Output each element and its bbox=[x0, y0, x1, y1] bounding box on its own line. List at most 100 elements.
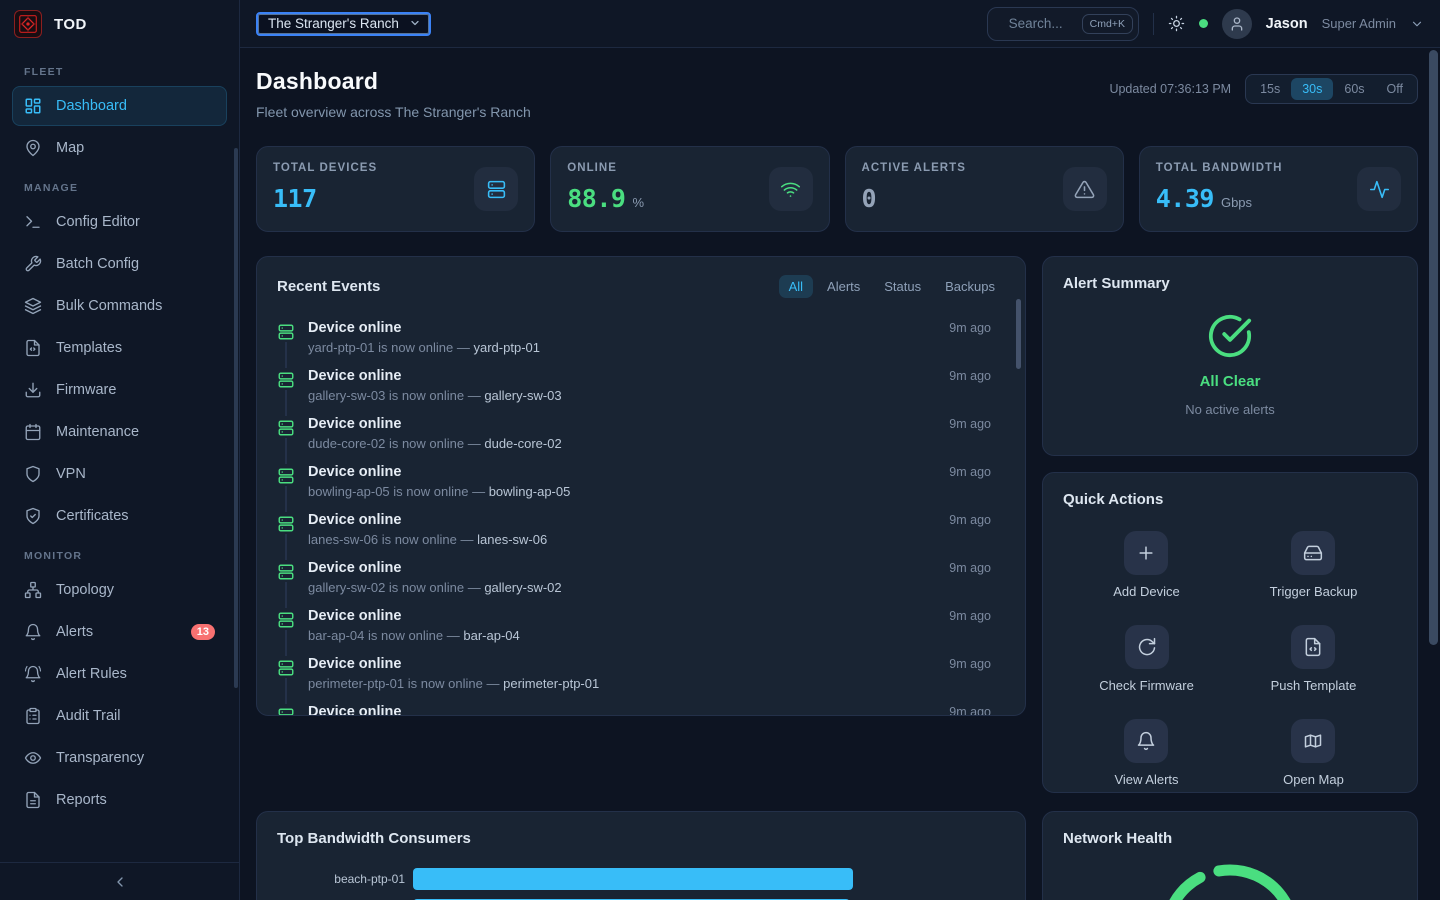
refresh-30s-button[interactable]: 30s bbox=[1291, 78, 1333, 100]
chevron-down-icon bbox=[409, 17, 421, 29]
sidebar-item-alert-rules[interactable]: Alert Rules bbox=[12, 654, 227, 694]
sidebar-item-config-editor[interactable]: Config Editor bbox=[12, 202, 227, 242]
stat-label: ONLINE bbox=[567, 162, 644, 174]
sidebar-scrollbar[interactable] bbox=[234, 148, 238, 688]
file-text-icon bbox=[24, 791, 42, 809]
map-icon bbox=[1303, 731, 1323, 751]
bandwidth-consumers-card: Top Bandwidth Consumers beach-ptp-01bar-… bbox=[256, 811, 1026, 900]
stat-unit: % bbox=[632, 195, 644, 210]
bandwidth-bar-row: beach-ptp-01 bbox=[277, 868, 1005, 890]
event-title: Device online bbox=[308, 512, 401, 528]
network-icon bbox=[24, 581, 42, 599]
site-selector[interactable]: The Stranger's Ranch bbox=[256, 12, 431, 36]
refresh-interval-segmented: 15s 30s 60s Off bbox=[1245, 74, 1418, 104]
bandwidth-bar-track bbox=[413, 868, 1005, 890]
refresh-15s-button[interactable]: 15s bbox=[1249, 78, 1291, 100]
server-icon bbox=[277, 512, 295, 534]
sidebar-item-bulk-commands[interactable]: Bulk Commands bbox=[12, 286, 227, 326]
sidebar-item-batch-config[interactable]: Batch Config bbox=[12, 244, 227, 284]
trigger-backup-button[interactable]: Trigger Backup bbox=[1270, 531, 1358, 599]
events-scrollbar[interactable] bbox=[1016, 299, 1021, 369]
view-alerts-button[interactable]: View Alerts bbox=[1114, 719, 1178, 787]
stat-card-active-alerts: ACTIVE ALERTS 0 bbox=[845, 146, 1124, 232]
tab-alerts[interactable]: Alerts bbox=[817, 275, 870, 298]
event-message: gallery-sw-03 is now online — gallery-sw… bbox=[308, 388, 1005, 403]
event-title: Device online bbox=[308, 416, 401, 432]
sidebar-item-label: Firmware bbox=[56, 382, 116, 398]
tab-status[interactable]: Status bbox=[874, 275, 931, 298]
sidebar-item-reports[interactable]: Reports bbox=[12, 780, 227, 820]
file-code-icon bbox=[1303, 637, 1323, 657]
sidebar-item-label: Bulk Commands bbox=[56, 298, 162, 314]
push-template-button[interactable]: Push Template bbox=[1271, 625, 1357, 693]
refresh-60s-button[interactable]: 60s bbox=[1333, 78, 1375, 100]
sidebar-item-templates[interactable]: Templates bbox=[12, 328, 227, 368]
download-icon bbox=[24, 381, 42, 399]
search-input[interactable] bbox=[1009, 16, 1073, 31]
gauge-ring-icon bbox=[1155, 859, 1305, 900]
user-menu-chevron-icon[interactable] bbox=[1410, 17, 1424, 31]
event-list-item[interactable]: Device online9m ago bbox=[277, 698, 1005, 716]
map-pin-icon bbox=[24, 139, 42, 157]
check-firmware-button[interactable]: Check Firmware bbox=[1099, 625, 1194, 693]
chevron-left-icon bbox=[112, 874, 128, 890]
sidebar-item-label: Dashboard bbox=[56, 98, 127, 114]
sidebar-item-alerts[interactable]: Alerts 13 bbox=[12, 612, 227, 652]
event-list-item[interactable]: Device online9m agoyard-ptp-01 is now on… bbox=[277, 314, 1005, 362]
open-map-button[interactable]: Open Map bbox=[1283, 719, 1344, 787]
sidebar-item-dashboard[interactable]: Dashboard bbox=[12, 86, 227, 126]
server-icon bbox=[277, 416, 295, 438]
sidebar-footer bbox=[0, 862, 239, 900]
search-input-box[interactable]: Cmd+K bbox=[987, 7, 1139, 41]
network-health-card: Network Health 88 bbox=[1042, 811, 1418, 900]
event-title: Device online bbox=[308, 320, 401, 336]
sidebar-item-map[interactable]: Map bbox=[12, 128, 227, 168]
bell-icon bbox=[24, 623, 42, 641]
event-list-item[interactable]: Device online9m agobowling-ap-05 is now … bbox=[277, 458, 1005, 506]
stat-label: TOTAL BANDWIDTH bbox=[1156, 162, 1283, 174]
shield-icon bbox=[24, 465, 42, 483]
event-list-item[interactable]: Device online9m agogallery-sw-02 is now … bbox=[277, 554, 1005, 602]
sidebar-item-vpn[interactable]: VPN bbox=[12, 454, 227, 494]
quick-action-label: Check Firmware bbox=[1099, 678, 1194, 693]
sidebar-item-topology[interactable]: Topology bbox=[12, 570, 227, 610]
sidebar-item-audit-trail[interactable]: Audit Trail bbox=[12, 696, 227, 736]
user-name: Jason bbox=[1266, 16, 1308, 32]
site-selector-value: The Stranger's Ranch bbox=[268, 16, 399, 31]
event-title: Device online bbox=[308, 704, 401, 716]
bell-icon bbox=[1136, 731, 1156, 751]
sidebar-collapse-button[interactable] bbox=[102, 868, 138, 896]
tab-all[interactable]: All bbox=[779, 275, 813, 298]
updated-timestamp: Updated 07:36:13 PM bbox=[1109, 82, 1231, 96]
alert-triangle-icon bbox=[1074, 179, 1095, 200]
topbar: The Stranger's Ranch Cmd+K Jason Super A… bbox=[240, 0, 1440, 48]
sidebar-item-certificates[interactable]: Certificates bbox=[12, 496, 227, 536]
sidebar-item-label: Batch Config bbox=[56, 256, 139, 272]
event-list-item[interactable]: Device online9m agodude-core-02 is now o… bbox=[277, 410, 1005, 458]
event-list-item[interactable]: Device online9m agobar-ap-04 is now onli… bbox=[277, 602, 1005, 650]
quick-actions-title: Quick Actions bbox=[1063, 491, 1163, 508]
add-device-button[interactable]: Add Device bbox=[1113, 531, 1179, 599]
sidebar-item-label: Audit Trail bbox=[56, 708, 120, 724]
quick-action-label: View Alerts bbox=[1114, 772, 1178, 787]
event-list-item[interactable]: Device online9m agoperimeter-ptp-01 is n… bbox=[277, 650, 1005, 698]
event-list-item[interactable]: Device online9m agogallery-sw-03 is now … bbox=[277, 362, 1005, 410]
event-list-item[interactable]: Device online9m agolanes-sw-06 is now on… bbox=[277, 506, 1005, 554]
sidebar-item-transparency[interactable]: Transparency bbox=[12, 738, 227, 778]
stat-value: 0 bbox=[862, 184, 877, 213]
sidebar-item-label: Certificates bbox=[56, 508, 129, 524]
sidebar-item-maintenance[interactable]: Maintenance bbox=[12, 412, 227, 452]
brand: TOD bbox=[0, 0, 239, 48]
theme-toggle-button[interactable] bbox=[1168, 15, 1185, 32]
stat-card-online: ONLINE 88.9 % bbox=[550, 146, 829, 232]
refresh-off-button[interactable]: Off bbox=[1376, 78, 1414, 100]
event-message: bar-ap-04 is now online — bar-ap-04 bbox=[308, 628, 1005, 643]
main-scrollbar[interactable] bbox=[1429, 50, 1438, 645]
server-icon bbox=[277, 704, 295, 716]
event-time: 9m ago bbox=[949, 657, 1005, 671]
quick-action-label: Add Device bbox=[1113, 584, 1179, 599]
tab-backups[interactable]: Backups bbox=[935, 275, 1005, 298]
sidebar-item-firmware[interactable]: Firmware bbox=[12, 370, 227, 410]
avatar[interactable] bbox=[1222, 9, 1252, 39]
recent-events-card: Recent Events All Alerts Status Backups … bbox=[256, 256, 1026, 716]
